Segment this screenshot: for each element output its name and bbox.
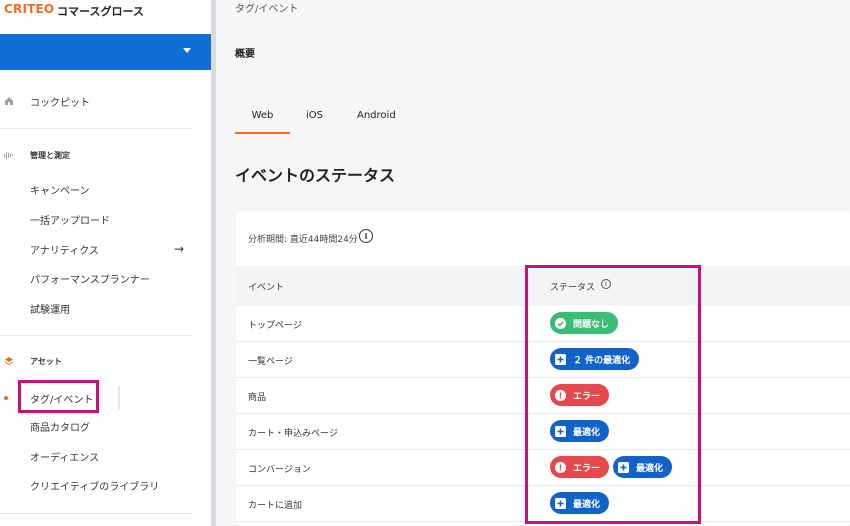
- sidebar-section-manage[interactable]: 管理と測定: [0, 143, 211, 167]
- highlight-box-status: [525, 265, 701, 524]
- event-name: 商品: [248, 393, 267, 403]
- tab-android[interactable]: Android: [357, 96, 396, 134]
- app-root: CRITEO コマースグロース コックピット 管理と測定 キャンペーン 一括アッ…: [0, 0, 850, 526]
- tab-ios[interactable]: iOS: [306, 96, 323, 134]
- account-selector[interactable]: [0, 34, 216, 70]
- layers-icon: [4, 356, 14, 366]
- highlight-box-nav: [18, 380, 99, 413]
- sidebar-item-label: 一括アップロード: [30, 215, 110, 227]
- sidebar-item-bulk-upload[interactable]: 一括アップロード: [0, 207, 211, 231]
- sidebar-item-label: 試験運用: [30, 304, 70, 316]
- sidebar-item-label: コックピット: [30, 97, 90, 109]
- event-name: トップページ: [248, 321, 302, 331]
- sidebar-item-audiences[interactable]: オーディエンス: [0, 444, 211, 468]
- sidebar-item-performance-planner[interactable]: パフォーマンスプランナー: [0, 266, 211, 290]
- chart-icon: [4, 150, 14, 160]
- sidebar-item-cockpit[interactable]: コックピット: [0, 89, 211, 113]
- tab-label: iOS: [306, 109, 323, 121]
- active-item-bar: [118, 386, 120, 410]
- event-name: コンバージョン: [248, 465, 311, 475]
- sidebar-divider: [0, 128, 192, 129]
- criteo-logo[interactable]: CRITEO: [4, 2, 54, 16]
- sidebar-item-label: パフォーマンスプランナー: [30, 274, 150, 286]
- event-name: カートに追加: [248, 501, 303, 511]
- sidebar-item-creative-library[interactable]: クリエイティブのライブラリ: [0, 473, 211, 497]
- page-heading: イベントのステータス: [235, 166, 396, 185]
- sidebar-section-assets[interactable]: アセット: [0, 349, 211, 373]
- column-header-event: イベント: [248, 283, 285, 293]
- sidebar-item-label: オーディエンス: [30, 452, 100, 464]
- sidebar-divider: [0, 513, 192, 514]
- tab-label: Android: [357, 109, 396, 121]
- arrow-right-icon: →: [174, 242, 185, 256]
- sidebar-item-label: キャンペーン: [30, 185, 90, 197]
- sidebar-item-campaigns[interactable]: キャンペーン: [0, 177, 211, 201]
- analysis-period: 分析期間: 直近44時間24分: [248, 235, 358, 245]
- sidebar-section-label: アセット: [30, 356, 62, 366]
- sidebar: CRITEO コマースグロース コックピット 管理と測定 キャンペーン 一括アッ…: [0, 0, 216, 526]
- app-name: コマースグロース: [57, 5, 144, 18]
- sidebar-item-analytics[interactable]: アナリティクス →: [0, 237, 211, 261]
- event-name: 一覧ページ: [248, 357, 293, 367]
- active-indicator: [4, 396, 8, 400]
- info-icon[interactable]: i: [359, 229, 373, 243]
- sidebar-item-product-catalog[interactable]: 商品カタログ: [0, 414, 211, 438]
- breadcrumb[interactable]: タグ/イベント: [235, 0, 298, 15]
- sidebar-divider: [0, 335, 192, 336]
- sidebar-item-label: 商品カタログ: [30, 422, 90, 434]
- sidebar-section-label: 管理と測定: [30, 150, 70, 160]
- tab-label: Web: [251, 109, 274, 121]
- home-icon: [4, 96, 14, 106]
- sidebar-item-trial[interactable]: 試験運用: [0, 296, 211, 320]
- chevron-down-icon: [183, 48, 191, 53]
- tab-web[interactable]: Web: [235, 96, 290, 134]
- section-title: 概要: [235, 49, 255, 60]
- event-name: カート・申込みページ: [248, 429, 338, 439]
- sidebar-item-label: クリエイティブのライブラリ: [30, 481, 160, 493]
- sidebar-item-label: アナリティクス: [30, 245, 99, 257]
